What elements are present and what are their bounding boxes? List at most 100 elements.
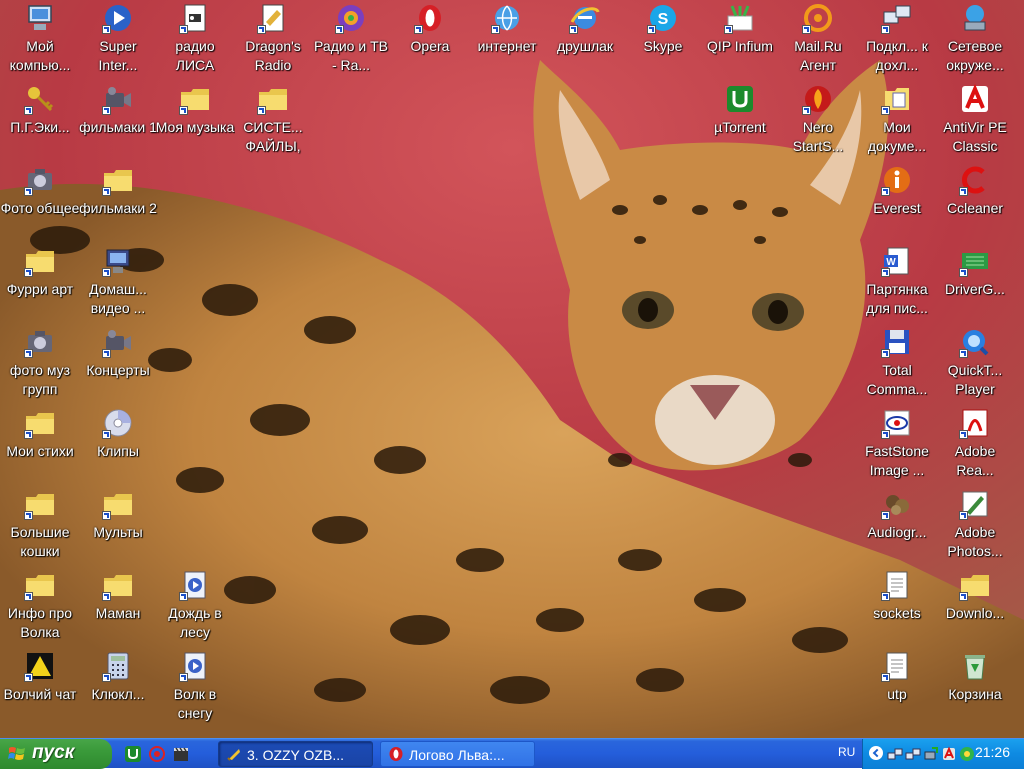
taskbar-button-winamp[interactable]: 3. OZZY OZB... [218,741,373,767]
desktop-icon[interactable]: Дождь в лесу [155,567,235,647]
show-hidden-icons-button[interactable] [869,746,883,760]
desktop-icon[interactable]: интернет [467,0,547,80]
safely-remove-icon[interactable] [923,746,939,762]
desktop-icon[interactable]: W Партянка для пис... [857,243,937,323]
desktop-icon-label: Ccleaner [946,200,1004,216]
desktop-icon[interactable]: QIP Infium [700,0,780,80]
shortcut-arrow-icon [24,511,33,520]
desktop-icon[interactable]: Корзина [935,648,1015,728]
shortcut-arrow-icon [802,25,811,34]
desktop-icon[interactable]: Everest [857,162,937,242]
desktop-icon-label: QIP Infium [707,38,773,54]
desktop-icon[interactable]: Mail.Ru Агент [778,0,858,80]
desktop-icon[interactable]: DriverG... [935,243,1015,323]
shortcut-arrow-icon [102,268,111,277]
shortcut-arrow-icon [802,106,811,115]
desktop-icon[interactable]: фото муз групп [0,324,80,404]
desktop-icon-label: радио ЛИСА [175,38,215,73]
desktop-icon[interactable]: друшлак [545,0,625,80]
desktop-icon[interactable]: Большие кошки [0,486,80,566]
system-tray: 21:26 [862,739,1024,769]
desktop-icon[interactable]: Мульты [78,486,158,566]
utorrent-icon[interactable] [124,745,142,763]
shortcut-arrow-icon [24,187,33,196]
shortcut-arrow-icon [102,430,111,439]
utorrent-icon [727,86,753,112]
desktop-icon[interactable]: Волк в снегу [155,648,235,728]
language-indicator[interactable]: RU [838,745,855,759]
clock[interactable]: 21:26 [975,744,1010,760]
desktop-icon[interactable]: Концерты [78,324,158,404]
desktop-icon[interactable]: Adobe Rea... [935,405,1015,485]
desktop-icon-label: Сетевое окруже... [946,38,1004,73]
desktop-icon-label: Партянка для пис... [866,281,928,316]
desktop-icon[interactable]: Мои докуме... [857,81,937,161]
winamp-icon [227,749,240,761]
movie-clapper-icon[interactable] [172,745,190,763]
icq-flower-icon[interactable] [959,746,975,762]
desktop-icon[interactable]: Сетевое окруже... [935,0,1015,80]
desktop-icon[interactable]: П.Г.Эки... [0,81,80,161]
desktop-icon[interactable]: Nero StartS... [778,81,858,161]
desktop-icon-label: фото муз групп [9,362,71,397]
shortcut-arrow-icon [102,511,111,520]
desktop-icon[interactable]: фильмаки 2 [78,162,158,242]
desktop-icon[interactable]: Радио и ТВ - Ra... [311,0,391,80]
desktop-icon[interactable]: Инфо про Волка [0,567,80,647]
desktop-icon[interactable]: AntiVir PE Classic [935,81,1015,161]
desktop-icon[interactable]: Волчий чат [0,648,80,728]
shortcut-arrow-icon [102,187,111,196]
shortcut-arrow-icon [414,25,423,34]
desktop-icon[interactable]: Подкл... к дохл... [857,0,937,80]
desktop-icon[interactable]: Audiogr... [857,486,937,566]
desktop-icon-label: Дождь в лесу [168,605,222,640]
desktop-icon[interactable]: радио ЛИСА [155,0,235,80]
desktop-icon[interactable]: Клипы [78,405,158,485]
antivir-tray-icon[interactable] [941,746,957,762]
desktop-icon-label: Adobe Rea... [954,443,996,478]
shortcut-arrow-icon [959,268,968,277]
network-icon[interactable] [887,746,903,762]
start-button[interactable]: пуск [0,739,112,769]
desktop-icon-label: Фото общее [0,200,80,216]
shortcut-arrow-icon [335,25,344,34]
desktop-icon-label: Dragon's Radio [245,38,301,73]
desktop-icon[interactable]: Моя музыка [155,81,235,161]
desktop-icon-label: Mail.Ru Агент [794,38,842,73]
start-label: пуск [32,742,75,763]
desktop-icon-label: Мои стихи [6,443,74,459]
desktop-icon[interactable]: sockets [857,567,937,647]
desktop-icon[interactable]: Ccleaner [935,162,1015,242]
desktop-icon[interactable]: QuickT... Player [935,324,1015,404]
desktop-icon[interactable]: Мои стихи [0,405,80,485]
desktop-icon[interactable]: Adobe Photos... [935,486,1015,566]
desktop-icon[interactable]: Домаш... видео ... [78,243,158,323]
desktop-icon-label: Клюкл... [91,686,145,702]
desktop-icon[interactable]: S Skype [623,0,703,80]
desktop-icon[interactable]: utp [857,648,937,728]
desktop-icon[interactable]: Фурри арт [0,243,80,323]
desktop-icon-label: СИСТЕ... ФАЙЛЫ, [243,119,303,154]
shortcut-arrow-icon [102,106,111,115]
desktop-icon[interactable]: Dragon's Radio [233,0,313,80]
shortcut-arrow-icon [959,511,968,520]
desktop-icon[interactable]: Total Comma... [857,324,937,404]
desktop-icon[interactable]: Клюкл... [78,648,158,728]
desktop-icon[interactable]: СИСТЕ... ФАЙЛЫ, [233,81,313,161]
desktop-icon-label: Волк в снегу [173,686,217,721]
desktop-icon[interactable]: Downlo... [935,567,1015,647]
desktop-icon[interactable]: Маман [78,567,158,647]
desktop-icon[interactable]: FastStone Image ... [857,405,937,485]
shortcut-arrow-icon [179,673,188,682]
network-icon[interactable] [905,746,921,762]
desktop-icon[interactable]: µTorrent [700,81,780,161]
opera-target-icon[interactable] [148,745,166,763]
desktop-icon[interactable]: Мой компью... [0,0,80,80]
desktop-icon[interactable]: фильмаки 1 [78,81,158,161]
desktop-icon[interactable]: Фото общее [0,162,80,242]
desktop-icon[interactable]: Opera [390,0,470,80]
desktop-icon-label: друшлак [556,38,614,54]
desktop-icon[interactable]: Super Inter... [78,0,158,80]
taskbar-button-opera[interactable]: Логово Льва:... [380,741,535,767]
desktop[interactable]: Мой компью... Super Inter... радио ЛИСА Dra… [0,0,1024,738]
